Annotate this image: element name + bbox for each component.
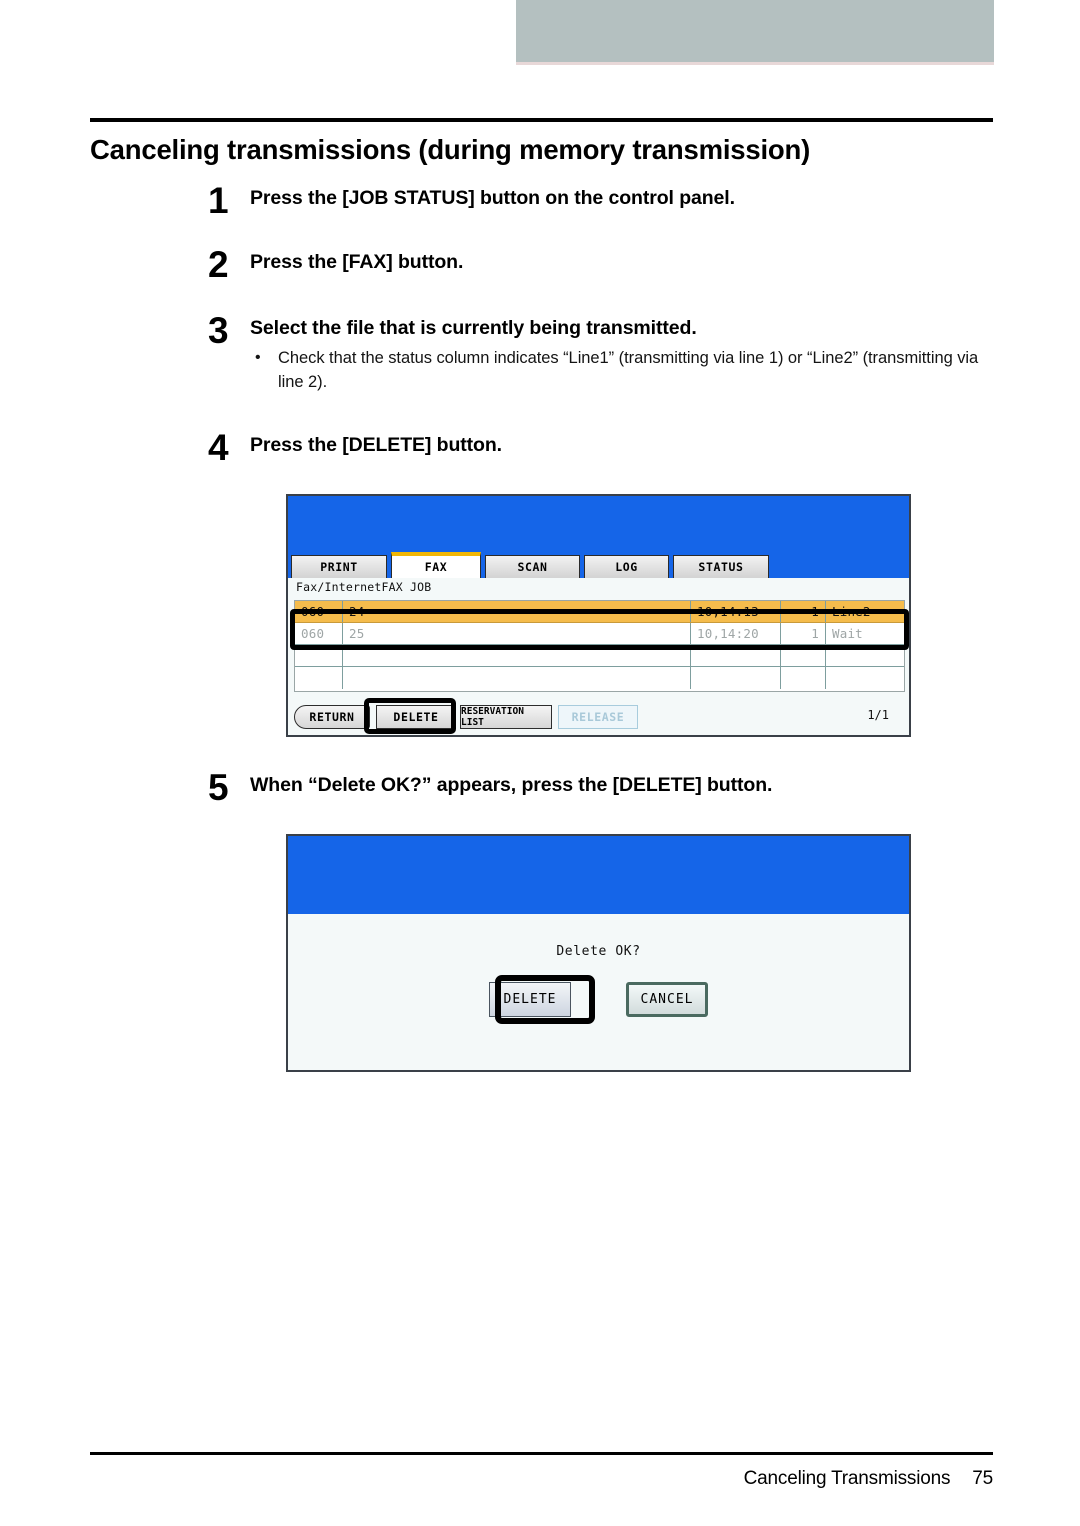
button-label: RETURN xyxy=(309,710,355,724)
table-row-empty[interactable] xyxy=(295,645,904,667)
step-4: 4 Press the [DELETE] button. xyxy=(208,427,1008,468)
list-item: • Check that the status column indicates… xyxy=(250,347,998,394)
confirm-delete-button[interactable]: DELETE xyxy=(489,982,571,1017)
cell-empty xyxy=(691,645,781,666)
footer-section-title: Canceling Transmissions xyxy=(743,1468,951,1489)
cell-job-id: 060 xyxy=(295,623,343,644)
step-title: Press the [DELETE] button. xyxy=(250,434,502,456)
step-number: 2 xyxy=(208,244,229,285)
job-softkey-bar: RETURN DELETE RESERVATION LIST RELEASE xyxy=(294,702,905,732)
step-number: 1 xyxy=(208,180,229,221)
tab-label: LOG xyxy=(615,560,638,574)
job-type-tabbar: PRINT FAX SCAN LOG STATUS xyxy=(288,552,909,578)
cell-empty xyxy=(691,667,781,689)
header-divider xyxy=(90,118,993,122)
tab-print[interactable]: PRINT xyxy=(291,555,387,578)
top-gray-tab-bar xyxy=(516,0,994,65)
bullet-text: Check that the status column indicates “… xyxy=(278,349,979,391)
cell-empty xyxy=(781,645,826,666)
button-label: RESERVATION LIST xyxy=(461,706,524,728)
table-row[interactable]: 060 24 10,14:13 1 Line2 xyxy=(295,601,904,623)
button-label: DELETE xyxy=(393,710,439,724)
step-number: 4 xyxy=(208,427,229,468)
cell-job-time: 10,14:13 xyxy=(691,601,781,622)
cell-empty xyxy=(295,667,343,689)
footer: Canceling Transmissions 75 xyxy=(743,1468,994,1490)
step-1: 1 Press the [JOB STATUS] button on the c… xyxy=(208,180,1008,221)
button-label: RELEASE xyxy=(571,710,625,724)
step-body: When “Delete OK?” appears, press the [DE… xyxy=(250,773,1028,797)
step-title: Select the file that is currently being … xyxy=(250,317,697,339)
release-button: RELEASE xyxy=(558,705,638,729)
step-title: When “Delete OK?” appears, press the [DE… xyxy=(250,774,773,796)
footer-divider xyxy=(90,1452,993,1455)
step-2: 2 Press the [FAX] button. xyxy=(208,244,1008,285)
cell-job-pages: 1 xyxy=(781,601,826,622)
step-body: Press the [JOB STATUS] button on the con… xyxy=(250,186,1008,210)
confirm-cancel-button[interactable]: CANCEL xyxy=(626,982,708,1017)
cell-job-name: 25 xyxy=(343,623,691,644)
step-title: Press the [FAX] button. xyxy=(250,251,464,273)
step-bullet-list: • Check that the status column indicates… xyxy=(250,347,998,394)
return-button[interactable]: RETURN xyxy=(294,705,370,729)
tab-label: STATUS xyxy=(698,560,744,574)
cell-empty xyxy=(826,667,904,689)
cell-job-status: Line2 xyxy=(826,601,904,622)
cell-empty xyxy=(295,645,343,666)
tab-status[interactable]: STATUS xyxy=(673,555,769,578)
job-list-caption: Fax/InternetFAX JOB xyxy=(296,580,432,594)
delete-button[interactable]: DELETE xyxy=(376,705,456,729)
tab-scan[interactable]: SCAN xyxy=(485,555,580,578)
step-body: Press the [FAX] button. xyxy=(250,250,1008,274)
cell-empty xyxy=(343,645,691,666)
cell-empty xyxy=(826,645,904,666)
cell-job-id: 060 xyxy=(295,601,343,622)
cell-job-name: 24 xyxy=(343,601,691,622)
step-body: Select the file that is currently being … xyxy=(250,316,998,394)
button-label: DELETE xyxy=(503,992,557,1007)
step-title: Press the [JOB STATUS] button on the con… xyxy=(250,187,735,209)
tab-fax[interactable]: FAX xyxy=(391,552,481,578)
confirm-button-row: DELETE CANCEL xyxy=(288,982,909,1017)
cell-job-pages: 1 xyxy=(781,623,826,644)
cell-empty xyxy=(343,667,691,689)
footer-page-number: 75 xyxy=(972,1468,993,1489)
tab-label: PRINT xyxy=(320,560,358,574)
bullet-dot-icon: • xyxy=(255,349,261,367)
step-body: Press the [DELETE] button. xyxy=(250,433,1008,457)
tab-label: SCAN xyxy=(517,560,548,574)
page-indicator: 1/1 xyxy=(867,708,889,722)
table-row[interactable]: 060 25 10,14:20 1 Wait xyxy=(295,623,904,645)
lcd-blue-header xyxy=(288,836,909,914)
cell-empty xyxy=(781,667,826,689)
reservation-list-button[interactable]: RESERVATION LIST xyxy=(460,705,552,729)
page-title: Canceling transmissions (during memory t… xyxy=(90,134,811,165)
button-label: CANCEL xyxy=(640,992,694,1007)
step-3: 3 Select the file that is currently bein… xyxy=(208,310,998,394)
job-status-screen-figure: PRINT FAX SCAN LOG STATUS Fax/InternetFA… xyxy=(286,494,911,737)
confirm-message: Delete OK? xyxy=(556,944,641,959)
job-list-table: 060 24 10,14:13 1 Line2 060 25 10,14:20 … xyxy=(294,600,905,692)
delete-confirm-screen-figure: Delete OK? DELETE CANCEL xyxy=(286,834,911,1072)
tab-log[interactable]: LOG xyxy=(584,555,669,578)
table-row-empty[interactable] xyxy=(295,667,904,689)
lcd-blue-header xyxy=(288,496,909,552)
step-number: 3 xyxy=(208,310,229,351)
cell-job-time: 10,14:20 xyxy=(691,623,781,644)
step-5: 5 When “Delete OK?” appears, press the [… xyxy=(208,767,1028,808)
tab-label: FAX xyxy=(424,560,448,574)
cell-job-status: Wait xyxy=(832,626,863,641)
step-number: 5 xyxy=(208,767,229,808)
